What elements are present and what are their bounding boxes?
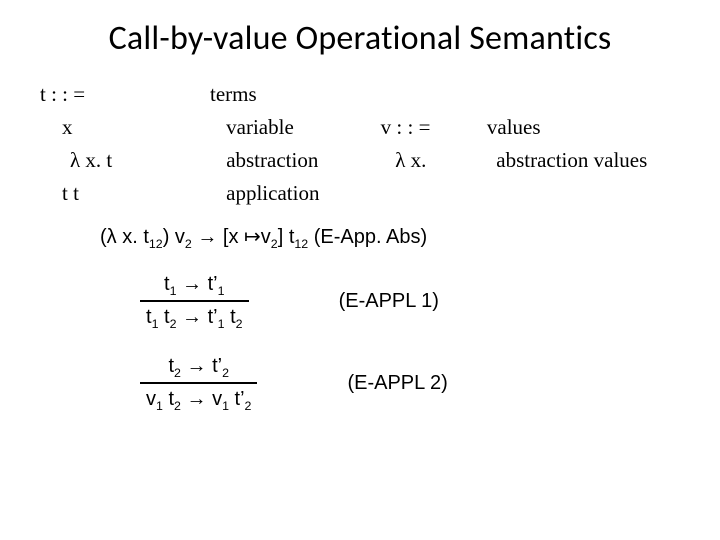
rule-appl2: t2 → t’2 v1 t2 → v1 t’2 (E-APPL 2) xyxy=(40,353,680,413)
rule-appl1-conclusion: t1 t2 → t’1 t2 xyxy=(140,304,249,331)
r2-cr1s: 1 xyxy=(222,399,229,413)
grammar-row-var: x variable v : : = values xyxy=(40,115,680,140)
beta-arrow-sub: → [x ↦v xyxy=(192,226,271,248)
rule-appl2-tag: (E-APPL 2) xyxy=(347,372,447,395)
r2-pls: 2 xyxy=(174,366,181,380)
slide-body: t : : = terms x variable v : : = values … xyxy=(40,82,680,413)
grammar-row-app: t t application xyxy=(40,181,680,206)
rule-appl1: t1 → t’1 t1 t2 → t’1 t2 (E-APPL 1) xyxy=(40,271,680,331)
slide-title: Call-by-value Operational Semantics xyxy=(0,18,720,59)
beta-close-t: ] t xyxy=(278,226,295,248)
rule-appl2-bar xyxy=(140,382,257,384)
rule-appl1-fraction: t1 → t’1 t1 t2 → t’1 t2 xyxy=(140,271,249,331)
rule-appl2-conclusion: v1 t2 → v1 t’2 xyxy=(140,386,257,413)
beta-t12b-sub: 12 xyxy=(294,237,308,251)
r1-pr: t’ xyxy=(208,273,218,295)
v-abs-desc: abstraction values xyxy=(496,148,680,173)
t-head: t : : = xyxy=(40,82,210,107)
r1-ar: → xyxy=(177,273,208,295)
r1-cr1: t’ xyxy=(208,306,218,328)
beta-lhs-open: (λ x. t xyxy=(100,226,149,248)
t-abs: λ x. t xyxy=(40,148,226,173)
r1-cl2: t xyxy=(158,306,169,328)
r2-ar: → xyxy=(181,355,212,377)
rule-beta: (λ x. t12) v2 → [x ↦v2] t12 (E-App. Abs) xyxy=(40,224,680,249)
r2-cr2: t’ xyxy=(229,388,245,410)
r2-car: → xyxy=(181,388,212,410)
beta-tag: (E-App. Abs) xyxy=(308,226,427,248)
grammar-row-abs: λ x. t abstraction λ x. abstraction valu… xyxy=(40,148,680,173)
r2-cl2: t xyxy=(163,388,174,410)
r1-prs: 1 xyxy=(218,284,225,298)
beta-v2a-sub: 2 xyxy=(185,237,192,251)
t-var: x xyxy=(40,115,226,140)
t-head-desc: terms xyxy=(210,82,370,107)
r1-cl2s: 2 xyxy=(170,317,177,331)
r2-cr1: v xyxy=(212,388,222,410)
r2-cl2s: 2 xyxy=(174,399,181,413)
r2-cl1s: 1 xyxy=(156,399,163,413)
rule-appl1-premise: t1 → t’1 xyxy=(140,271,249,298)
rule-appl2-premise: t2 → t’2 xyxy=(140,353,257,380)
r2-cl1: v xyxy=(146,388,156,410)
beta-t12a-sub: 12 xyxy=(149,237,163,251)
grammar-row-t-head: t : : = terms xyxy=(40,82,680,107)
r1-cr2: t xyxy=(225,306,236,328)
t-abs-desc: abstraction xyxy=(226,148,373,173)
v-head: v : : = xyxy=(381,115,487,140)
beta-close-v: ) v xyxy=(163,226,185,248)
beta-v2b-sub: 2 xyxy=(271,237,278,251)
rule-appl1-tag: (E-APPL 1) xyxy=(339,290,439,313)
r1-pls: 1 xyxy=(170,284,177,298)
t-var-desc: variable xyxy=(226,115,381,140)
r2-pr: t’ xyxy=(212,355,222,377)
slide: Call-by-value Operational Semantics t : … xyxy=(0,0,720,540)
v-abs: λ x. xyxy=(373,148,496,173)
rule-appl1-bar xyxy=(140,300,249,302)
r2-cr2s: 2 xyxy=(245,399,252,413)
r1-cr1s: 1 xyxy=(218,317,225,331)
t-app-desc: application xyxy=(226,181,381,206)
r1-car: → xyxy=(177,306,208,328)
v-head-desc: values xyxy=(487,115,680,140)
t-app: t t xyxy=(40,181,226,206)
r2-prs: 2 xyxy=(222,366,229,380)
rule-appl2-fraction: t2 → t’2 v1 t2 → v1 t’2 xyxy=(140,353,257,413)
r1-cr2s: 2 xyxy=(236,317,243,331)
